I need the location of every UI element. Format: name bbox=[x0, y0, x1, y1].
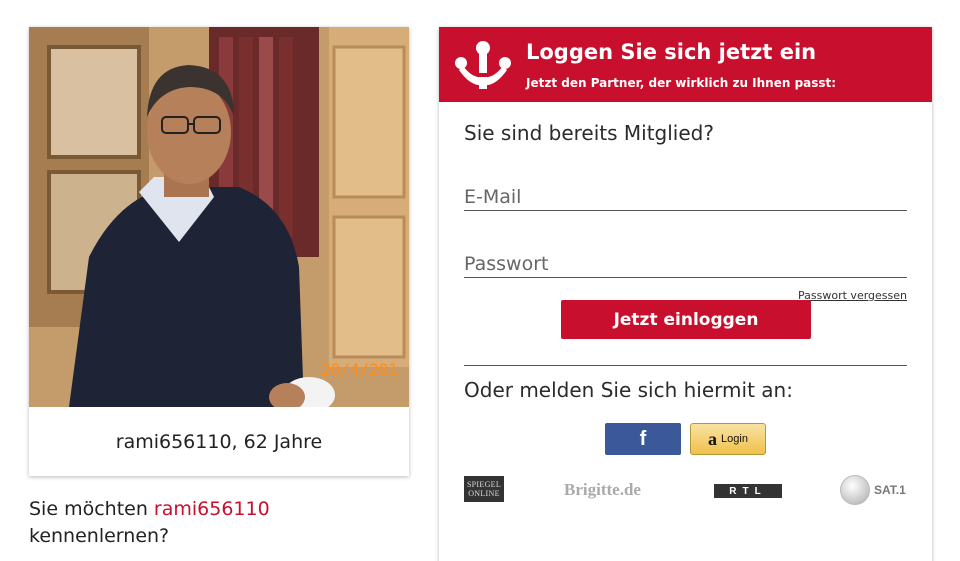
intro-text: Sie möchten rami656110 kennenlernen? bbox=[29, 496, 409, 550]
spiegel-line1: SPIEGEL bbox=[466, 480, 502, 489]
login-panel: Loggen Sie sich jetzt ein Jetzt den Part… bbox=[439, 27, 932, 561]
login-button[interactable]: Jetzt einloggen bbox=[561, 300, 811, 339]
password-field[interactable]: Passwort bbox=[464, 244, 907, 278]
frog-hand-logo-icon bbox=[455, 41, 511, 89]
facebook-icon: f bbox=[639, 427, 647, 450]
rtl-logo: RTL bbox=[714, 484, 782, 498]
amazon-icon: a bbox=[708, 428, 718, 449]
brigitte-logo: Brigitte.de bbox=[564, 480, 641, 499]
email-placeholder: E-Mail bbox=[464, 186, 522, 208]
login-header: Loggen Sie sich jetzt ein Jetzt den Part… bbox=[439, 27, 932, 102]
rtl-text: RTL bbox=[729, 485, 767, 497]
facebook-login-button[interactable]: f bbox=[605, 423, 681, 455]
spiegel-line2: ONLINE bbox=[468, 489, 500, 498]
email-field[interactable]: E-Mail bbox=[464, 177, 907, 211]
profile-name-age: rami656110, 62 Jahre bbox=[115, 430, 323, 453]
profile-photo[interactable]: 20/4/201 bbox=[29, 27, 409, 407]
amazon-login-button[interactable]: a Login bbox=[690, 423, 766, 455]
divider bbox=[464, 365, 907, 366]
password-placeholder: Passwort bbox=[464, 253, 549, 275]
profile-photo-image: 20/4/201 bbox=[29, 27, 409, 407]
login-subtitle: Jetzt den Partner, der wirklich zu Ihnen… bbox=[526, 76, 837, 90]
forgot-password-link[interactable]: Passwort vergessen bbox=[798, 289, 907, 302]
login-title: Loggen Sie sich jetzt ein bbox=[526, 40, 817, 64]
intro-username: rami656110 bbox=[153, 498, 270, 520]
sat1-logo: SAT.1 bbox=[840, 475, 906, 505]
member-question: Sie sind bereits Mitglied? bbox=[464, 121, 714, 145]
sat1-ball-icon bbox=[840, 475, 870, 505]
alt-login-question: Oder melden Sie sich hiermit an: bbox=[464, 378, 793, 402]
sat1-text: SAT.1 bbox=[874, 483, 906, 497]
amazon-login-label: Login bbox=[721, 433, 748, 445]
intro-suffix: kennenlernen? bbox=[29, 525, 170, 547]
photo-date-stamp: 20/4/201 bbox=[321, 360, 398, 379]
intro-prefix: Sie möchten bbox=[29, 498, 154, 520]
profile-card: 20/4/201 rami656110, 62 Jahre bbox=[29, 27, 409, 476]
spiegel-online-logo: SPIEGEL ONLINE bbox=[464, 476, 504, 502]
